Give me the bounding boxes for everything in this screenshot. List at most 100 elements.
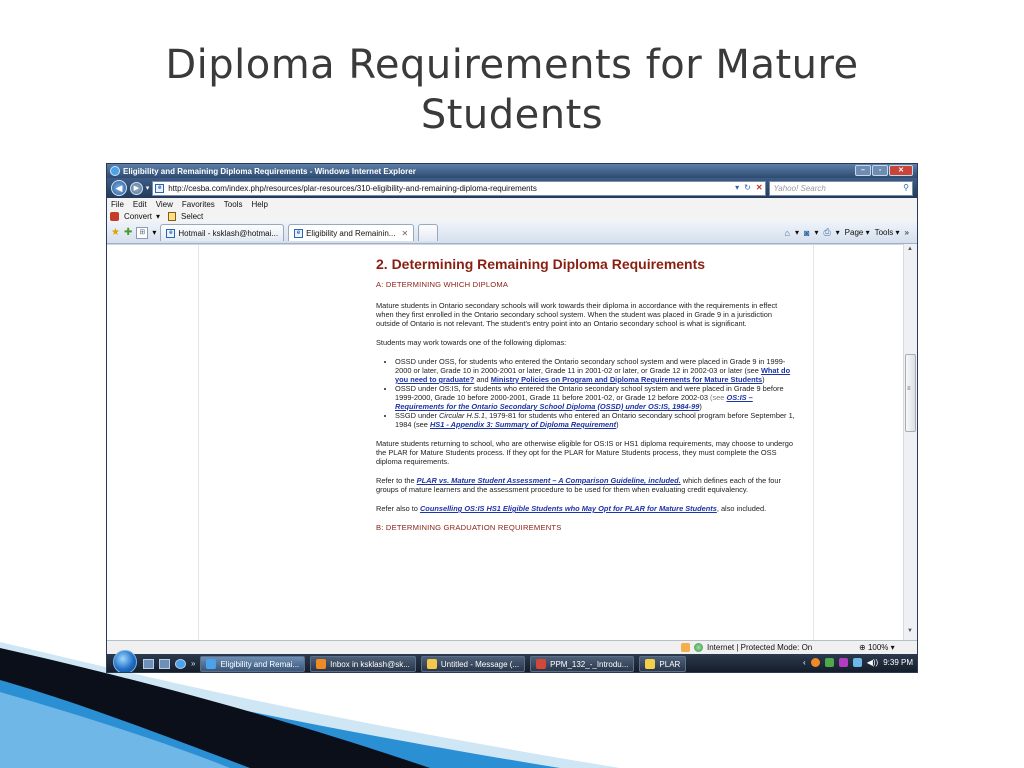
menu-favorites[interactable]: Favorites (182, 200, 215, 209)
taskbar-item-eligibility[interactable]: Eligibility and Remai... (200, 656, 306, 672)
diploma-list: OSSD under OSS, for students who entered… (395, 357, 796, 429)
url-input[interactable]: e http://cesba.com/index.php/resources/p… (152, 180, 766, 196)
history-dropdown[interactable]: ▾ (146, 184, 150, 192)
show-desktop-icon[interactable] (143, 659, 154, 669)
convert-dropdown[interactable]: ▾ (156, 212, 160, 221)
task-label: PLAR (659, 659, 681, 669)
task-label: Eligibility and Remai... (220, 659, 300, 669)
ie-quicklaunch-icon[interactable] (175, 659, 186, 669)
taskbar-item-plar[interactable]: PLAR (639, 656, 687, 672)
menu-bar: File Edit View Favorites Tools Help (107, 198, 917, 210)
select-button[interactable]: Select (181, 212, 203, 221)
feeds-icon[interactable]: ◙ (804, 228, 809, 238)
ie-logo-icon (110, 166, 120, 176)
volume-icon[interactable]: ◀)) (867, 658, 878, 667)
taskbar-item-inbox[interactable]: Inbox in ksklash@sk... (310, 656, 416, 672)
ie-page-icon: e (166, 228, 176, 238)
list-item-ossd-oss: OSSD under OSS, for students who entered… (395, 357, 796, 384)
tray-expand-icon[interactable]: ‹ (803, 658, 806, 667)
convert-button[interactable]: Convert (124, 212, 152, 221)
paragraph-2: Students may work towards one of the fol… (376, 338, 567, 347)
quick-launch-overflow-icon[interactable]: » (191, 659, 195, 669)
close-button[interactable]: ✕ (889, 165, 913, 176)
column-divider-right (813, 245, 814, 640)
p5-post: , also included. (716, 504, 767, 513)
tools-menu-label: Tools (874, 228, 894, 237)
print-dropdown[interactable]: ▾ (836, 228, 840, 237)
print-icon[interactable]: ⎙ (823, 227, 830, 238)
task-label: Inbox in ksklash@sk... (330, 659, 410, 669)
link-plar-vs-mature[interactable]: PLAR vs. Mature Student Assessment – A C… (417, 476, 681, 485)
bullet-text: SSGD under (395, 411, 439, 420)
tab-list-dropdown[interactable]: ▾ (152, 228, 156, 237)
new-tab-button[interactable] (418, 224, 439, 241)
bullet-italic: Circular H.S.1 (438, 411, 485, 420)
zoom-icon: ⊕ (859, 643, 866, 652)
switch-windows-icon[interactable] (159, 659, 170, 669)
tab-bar: ★ ✚ ⊞ ▾ e Hotmail - ksklash@hotmai... e … (107, 222, 917, 244)
messenger-tray-icon[interactable] (810, 658, 820, 667)
back-button[interactable]: ◀ (111, 180, 127, 196)
scroll-down-icon[interactable]: ▼ (907, 628, 913, 634)
link-hs1-appendix[interactable]: HS1 - Appendix 3: Summary of Diploma Req… (430, 420, 616, 429)
page-menu[interactable]: Page ▾ (845, 228, 870, 237)
quick-tabs-icon[interactable]: ⊞ (136, 226, 149, 239)
home-dropdown[interactable]: ▾ (795, 228, 799, 237)
refresh-icon[interactable]: ↻ (744, 183, 751, 192)
display-tray-icon[interactable] (852, 658, 862, 667)
favorites-star-icon[interactable]: ★ (111, 227, 120, 238)
close-tab-icon[interactable]: ✕ (401, 229, 408, 238)
menu-view[interactable]: View (156, 200, 173, 209)
slide-title-line-2: Students (420, 92, 604, 138)
scroll-thumb[interactable] (905, 354, 916, 432)
bullet-text: ) (699, 402, 702, 411)
zoom-control[interactable]: ⊕ 100% ▾ (859, 643, 895, 652)
internet-zone-icon (694, 643, 703, 652)
menu-tools[interactable]: Tools (224, 200, 243, 209)
menu-edit[interactable]: Edit (133, 200, 147, 209)
forward-button[interactable]: ▶ (129, 181, 143, 195)
paragraph-1: Mature students in Ontario secondary sch… (376, 301, 778, 328)
link-counselling-osis[interactable]: Counselling OS:IS HS1 Eligible Students … (420, 504, 717, 513)
article: 2. Determining Remaining Diploma Require… (376, 255, 796, 544)
command-bar: Convert ▾ Select (107, 210, 917, 222)
search-input[interactable]: Yahoo! Search ⚲ (768, 180, 913, 196)
zoom-dropdown[interactable]: ▾ (891, 643, 895, 652)
window-titlebar: Eligibility and Remaining Diploma Requir… (107, 164, 917, 178)
link-ministry-policies[interactable]: Ministry Policies on Program and Diploma… (491, 375, 762, 384)
app-tray-icon[interactable] (838, 658, 848, 667)
start-button[interactable] (113, 650, 137, 672)
url-dropdown[interactable]: ▾ (735, 183, 739, 192)
tab-hotmail[interactable]: e Hotmail - ksklash@hotmai... (160, 224, 285, 241)
maximize-button[interactable]: ▫ (872, 165, 888, 176)
clock[interactable]: 9:39 PM (883, 658, 913, 667)
minimize-button[interactable]: – (855, 165, 871, 176)
p5-pre: Refer also to (376, 504, 420, 513)
scroll-grip-icon: ≡ (907, 386, 911, 392)
menu-help[interactable]: Help (251, 200, 267, 209)
tools-menu[interactable]: Tools ▾ (875, 228, 900, 237)
search-icon[interactable]: ⚲ (903, 183, 909, 192)
add-favorite-icon[interactable]: ✚ (124, 227, 132, 238)
vertical-scrollbar[interactable]: ▲ ≡ ▼ (903, 244, 917, 640)
ie-page-icon: e (294, 228, 304, 238)
bullet-text: ) (762, 375, 765, 384)
column-divider-left (198, 245, 199, 640)
scroll-up-icon[interactable]: ▲ (907, 246, 913, 252)
select-icon (168, 211, 177, 221)
taskbar-item-ppm[interactable]: PPM_132_-_Introdu... (530, 656, 635, 672)
taskbar-item-message[interactable]: Untitled - Message (... (420, 656, 526, 672)
bullet-text: and (474, 375, 491, 384)
stop-icon[interactable]: ✕ (756, 183, 763, 192)
feeds-dropdown[interactable]: ▾ (814, 228, 818, 237)
network-tray-icon[interactable] (824, 658, 834, 667)
page-menu-label: Page (844, 228, 864, 237)
security-zone[interactable]: Internet | Protected Mode: On (681, 643, 812, 652)
convert-icon (110, 211, 119, 221)
toolbar-overflow-icon[interactable]: » (905, 228, 909, 237)
bullet-text: ) (616, 420, 619, 429)
menu-file[interactable]: File (111, 200, 124, 209)
home-icon[interactable]: ⌂ (785, 228, 790, 238)
task-label: PPM_132_-_Introdu... (550, 659, 629, 669)
tab-eligibility[interactable]: e Eligibility and Remainin... ✕ (288, 224, 415, 241)
